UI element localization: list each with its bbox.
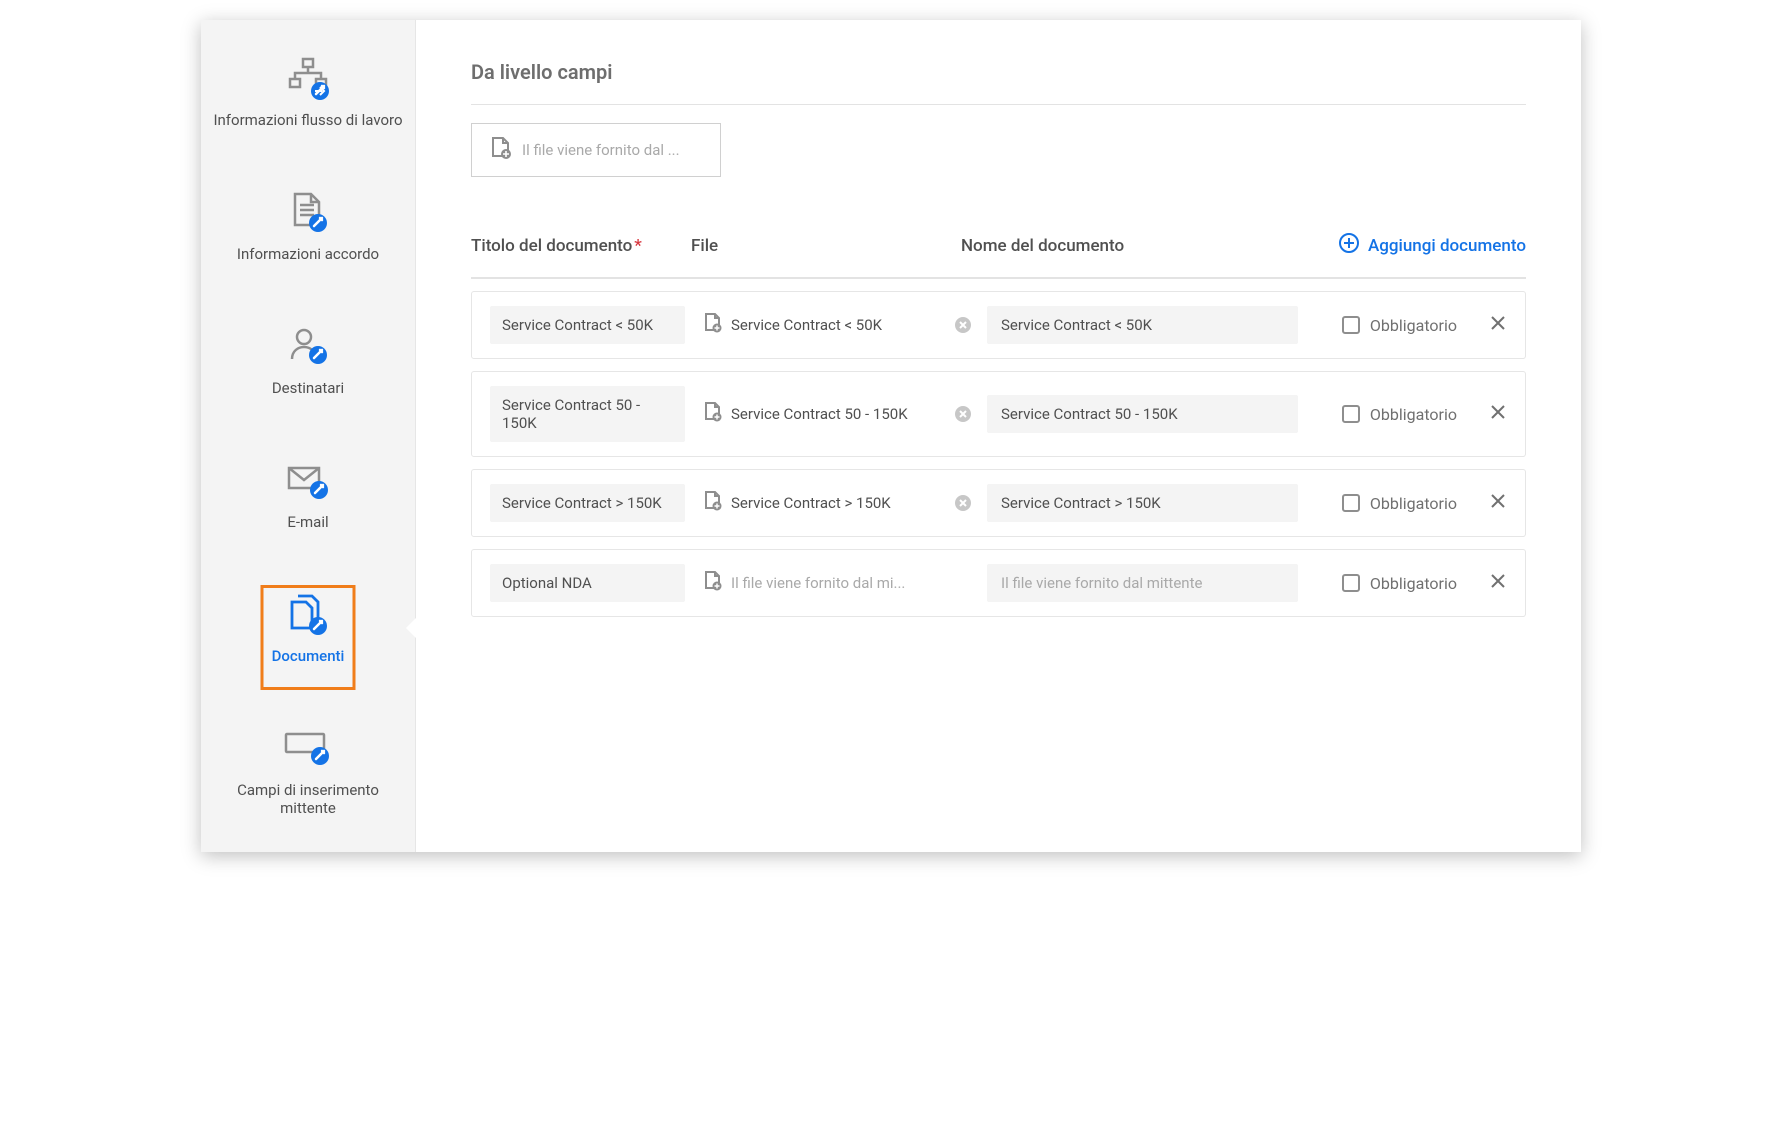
doc-title-input[interactable]: Service Contract > 150K: [490, 484, 685, 522]
doc-file-cell[interactable]: Service Contract 50 - 150K: [699, 395, 939, 433]
mandatory-toggle: Obbligatorio: [1342, 494, 1457, 513]
delete-row-button[interactable]: [1489, 492, 1507, 514]
mandatory-checkbox[interactable]: [1342, 574, 1360, 592]
doc-name-input[interactable]: Service Contract 50 - 150K: [987, 395, 1298, 433]
table-row: Service Contract > 150K Service Contract…: [471, 469, 1526, 537]
mandatory-checkbox[interactable]: [1342, 316, 1360, 334]
documents-icon: [284, 591, 332, 639]
doc-file-cell[interactable]: Service Contract > 150K: [699, 484, 939, 522]
doc-file-name: Service Contract > 150K: [731, 494, 891, 512]
sidebar-item-recipients[interactable]: Destinatari: [201, 313, 415, 407]
sidebar-item-label: E-mail: [287, 513, 328, 531]
file-add-icon: [490, 136, 512, 164]
mandatory-label: Obbligatorio: [1370, 494, 1457, 513]
doc-file-cell[interactable]: Service Contract < 50K: [699, 306, 939, 344]
table-row: Service Contract < 50K Service Contract …: [471, 291, 1526, 359]
email-icon: [284, 457, 332, 505]
clear-file-button[interactable]: [953, 315, 973, 335]
sidebar-item-email[interactable]: E-mail: [201, 447, 415, 541]
sidebar-item-workflow-info[interactable]: Informazioni flusso di lavoro: [201, 45, 415, 139]
add-document-label: Aggiungi documento: [1368, 236, 1526, 256]
mandatory-toggle: Obbligatorio: [1342, 405, 1457, 424]
main-panel: Da livello campi Il file viene fornito d…: [416, 20, 1581, 852]
mandatory-label: Obbligatorio: [1370, 405, 1457, 424]
table-header: Titolo del documento* File Nome del docu…: [471, 232, 1526, 279]
add-document-button[interactable]: Aggiungi documento: [1338, 232, 1526, 259]
col-header-name: Nome del documento: [961, 236, 1338, 256]
clear-file-button[interactable]: [953, 493, 973, 513]
mandatory-checkbox[interactable]: [1342, 494, 1360, 512]
sidebar-item-label: Destinatari: [272, 379, 344, 397]
sidebar-item-label: Campi di inserimento mittente: [213, 781, 403, 817]
mandatory-label: Obbligatorio: [1370, 574, 1457, 593]
mandatory-toggle: Obbligatorio: [1342, 316, 1457, 335]
doc-name-input[interactable]: Il file viene fornito dal mittente: [987, 564, 1298, 602]
doc-title-input[interactable]: Service Contract < 50K: [490, 306, 685, 344]
doc-file-placeholder: Il file viene fornito dal mi...: [731, 574, 905, 592]
doc-title-input[interactable]: Optional NDA: [490, 564, 685, 602]
sidebar-item-label: Documenti: [272, 647, 345, 665]
doc-title-input[interactable]: Service Contract 50 - 150K: [490, 386, 685, 442]
active-pointer-icon: [406, 618, 416, 638]
workflow-icon: [284, 55, 332, 103]
section-title: Da livello campi: [471, 60, 1526, 84]
mandatory-label: Obbligatorio: [1370, 316, 1457, 335]
delete-row-button[interactable]: [1489, 403, 1507, 425]
plus-circle-icon: [1338, 232, 1360, 259]
field-level-file-slot[interactable]: Il file viene fornito dal ...: [471, 123, 721, 177]
delete-row-button[interactable]: [1489, 572, 1507, 594]
doc-name-input[interactable]: Service Contract > 150K: [987, 484, 1298, 522]
sidebar-item-agreement-info[interactable]: Informazioni accordo: [201, 179, 415, 273]
file-slot-placeholder: Il file viene fornito dal ...: [522, 141, 680, 159]
sidebar-item-label: Informazioni accordo: [237, 245, 379, 263]
doc-file-name: Service Contract 50 - 150K: [731, 405, 908, 423]
file-add-icon: [703, 490, 723, 516]
field-icon: [282, 725, 334, 773]
col-header-title: Titolo del documento*: [471, 236, 691, 256]
file-add-icon: [703, 570, 723, 596]
sidebar-item-sender-fields[interactable]: Campi di inserimento mittente: [201, 715, 415, 827]
user-icon: [286, 323, 330, 371]
clear-file-button[interactable]: [953, 404, 973, 424]
file-add-icon: [703, 401, 723, 427]
table-row: Optional NDA Il file viene fornito dal m…: [471, 549, 1526, 617]
sidebar: Informazioni flusso di lavoro Informazio…: [201, 20, 416, 852]
table-row: Service Contract 50 - 150K Service Contr…: [471, 371, 1526, 457]
mandatory-checkbox[interactable]: [1342, 405, 1360, 423]
divider: [471, 104, 1526, 105]
doc-file-cell[interactable]: Il file viene fornito dal mi...: [699, 564, 939, 602]
documents-table: Titolo del documento* File Nome del docu…: [471, 232, 1526, 617]
required-star-icon: *: [634, 236, 642, 256]
mandatory-toggle: Obbligatorio: [1342, 574, 1457, 593]
delete-row-button[interactable]: [1489, 314, 1507, 336]
sidebar-item-documents[interactable]: Documenti: [201, 581, 415, 675]
doc-name-input[interactable]: Service Contract < 50K: [987, 306, 1298, 344]
document-lines-icon: [286, 189, 330, 237]
sidebar-item-label: Informazioni flusso di lavoro: [213, 111, 402, 129]
col-header-file: File: [691, 236, 961, 256]
file-add-icon: [703, 312, 723, 338]
doc-file-name: Service Contract < 50K: [731, 316, 882, 334]
